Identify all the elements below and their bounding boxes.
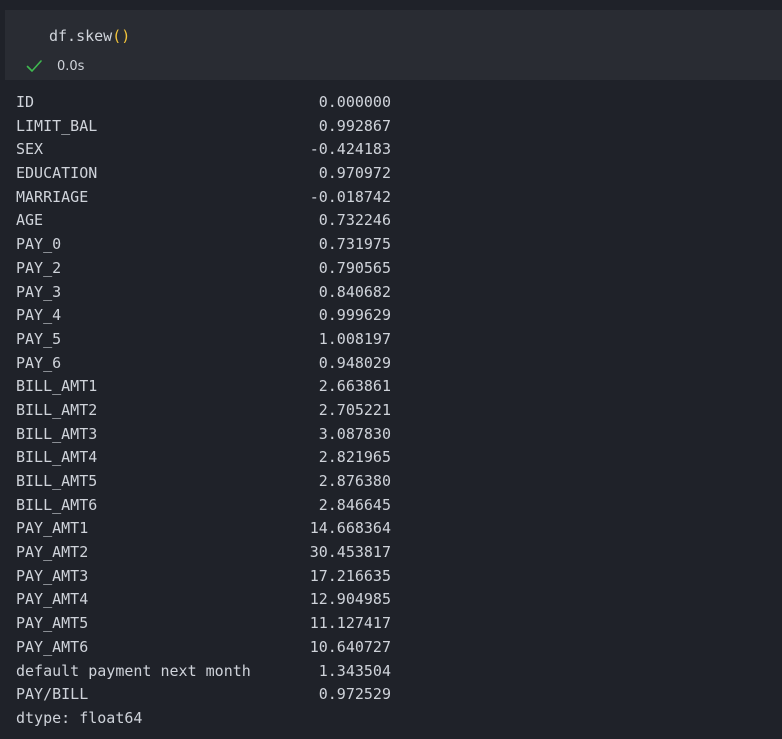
series-row: MARRIAGE -0.018742: [16, 186, 776, 210]
series-index-label: PAY_6: [16, 353, 62, 372]
series-value: 0.972529: [318, 685, 391, 704]
series-row: PAY_AMT3 17.216635: [16, 565, 776, 589]
series-index-label: PAY/BILL: [16, 685, 89, 704]
series-value: 0.732246: [318, 211, 391, 230]
series-index-label: PAY_AMT6: [16, 637, 89, 656]
series-value: 30.453817: [309, 543, 391, 562]
code-editor[interactable]: df.skew(): [49, 27, 130, 45]
series-index-label: LIMIT_BAL: [16, 116, 98, 135]
series-value: 11.127417: [309, 614, 391, 633]
series-index-label: PAY_2: [16, 258, 62, 277]
series-row: AGE 0.732246: [16, 209, 776, 233]
series-value: 0.000000: [318, 93, 391, 111]
series-index-label: BILL_AMT6: [16, 495, 98, 514]
series-value: 0.992867: [318, 116, 391, 135]
series-row: SEX -0.424183: [16, 138, 776, 162]
series-index-label: PAY_AMT1: [16, 519, 89, 538]
series-output: ID 0.000000 LIMIT_BAL 0.992867 SEX -0.424183 E…: [16, 91, 776, 707]
series-index-label: BILL_AMT5: [16, 472, 98, 490]
series-row: PAY_2 0.790565: [16, 257, 776, 281]
series-row: default payment next month 1.343504: [16, 660, 776, 684]
series-row: BILL_AMT1 2.663861: [16, 375, 776, 399]
series-row: BILL_AMT2 2.705221: [16, 399, 776, 423]
series-value: 2.876380: [318, 472, 391, 490]
code-parens: (): [112, 27, 131, 45]
series-index-label: PAY_AMT3: [16, 566, 89, 585]
series-row: BILL_AMT3 3.087830: [16, 423, 776, 447]
series-value: -0.424183: [309, 140, 391, 159]
series-row: PAY_6 0.948029: [16, 352, 776, 376]
series-value: 2.705221: [318, 400, 391, 419]
series-index-label: BILL_AMT2: [16, 400, 98, 419]
series-value: 0.731975: [318, 235, 391, 254]
series-value: 0.948029: [318, 353, 391, 372]
series-value: 12.904985: [309, 590, 391, 609]
series-row: PAY_5 1.008197: [16, 328, 776, 352]
series-value: 10.640727: [309, 637, 391, 656]
series-index-label: BILL_AMT1: [16, 377, 98, 396]
series-value: -0.018742: [309, 187, 391, 206]
series-index-label: BILL_AMT3: [16, 424, 98, 443]
series-row: LIMIT_BAL 0.992867: [16, 115, 776, 139]
series-index-label: ID: [16, 93, 35, 111]
series-index-label: PAY_5: [16, 329, 62, 348]
series-index-label: PAY_AMT4: [16, 590, 89, 609]
series-index-label: PAY_3: [16, 282, 62, 301]
series-value: 14.668364: [309, 519, 391, 538]
series-row: PAY_3 0.840682: [16, 281, 776, 305]
series-index-label: EDUCATION: [16, 164, 98, 183]
series-value: 1.008197: [318, 329, 391, 348]
execution-time: 0.0s: [57, 58, 85, 74]
series-row: BILL_AMT5 2.876380: [16, 470, 776, 494]
series-value: 1.343504: [318, 661, 391, 680]
series-row: PAY_AMT1 14.668364: [16, 517, 776, 541]
series-row: PAY/BILL 0.972529: [16, 683, 776, 707]
dtype-label: dtype: float64: [16, 708, 143, 727]
series-row: PAY_AMT2 30.453817: [16, 541, 776, 565]
series-value: 3.087830: [318, 424, 391, 443]
series-index-label: MARRIAGE: [16, 187, 89, 206]
code-text: df.skew: [49, 27, 113, 45]
series-row: PAY_AMT6 10.640727: [16, 636, 776, 660]
series-value: 0.840682: [318, 282, 391, 301]
series-value: 2.821965: [318, 448, 391, 467]
series-row: PAY_AMT5 11.127417: [16, 612, 776, 636]
code-cell[interactable]: df.skew() 0.0s: [5, 10, 782, 80]
check-icon: [25, 57, 43, 75]
series-row: BILL_AMT4 2.821965: [16, 446, 776, 470]
series-value: 0.999629: [318, 306, 391, 325]
series-row: PAY_4 0.999629: [16, 304, 776, 328]
series-index-label: PAY_AMT5: [16, 614, 89, 633]
series-value: 2.663861: [318, 377, 391, 396]
series-value: 0.790565: [318, 258, 391, 277]
series-row: EDUCATION 0.970972: [16, 162, 776, 186]
series-index-label: AGE: [16, 211, 44, 230]
series-row: ID 0.000000: [16, 91, 776, 115]
series-index-label: SEX: [16, 140, 44, 159]
series-value: 0.970972: [318, 164, 391, 183]
series-row: PAY_AMT4 12.904985: [16, 588, 776, 612]
series-value: 2.846645: [318, 495, 391, 514]
series-row: PAY_0 0.731975: [16, 233, 776, 257]
execution-status: 0.0s: [25, 56, 84, 76]
series-index-label: default payment next month: [16, 661, 251, 680]
series-index-label: PAY_0: [16, 235, 62, 254]
series-value: 17.216635: [309, 566, 391, 585]
series-index-label: PAY_4: [16, 306, 62, 325]
series-index-label: BILL_AMT4: [16, 448, 98, 467]
cell-output: ID 0.000000 LIMIT_BAL 0.992867 SEX -0.424183 E…: [16, 91, 776, 731]
series-row: BILL_AMT6 2.846645: [16, 494, 776, 518]
series-index-label: PAY_AMT2: [16, 543, 89, 562]
